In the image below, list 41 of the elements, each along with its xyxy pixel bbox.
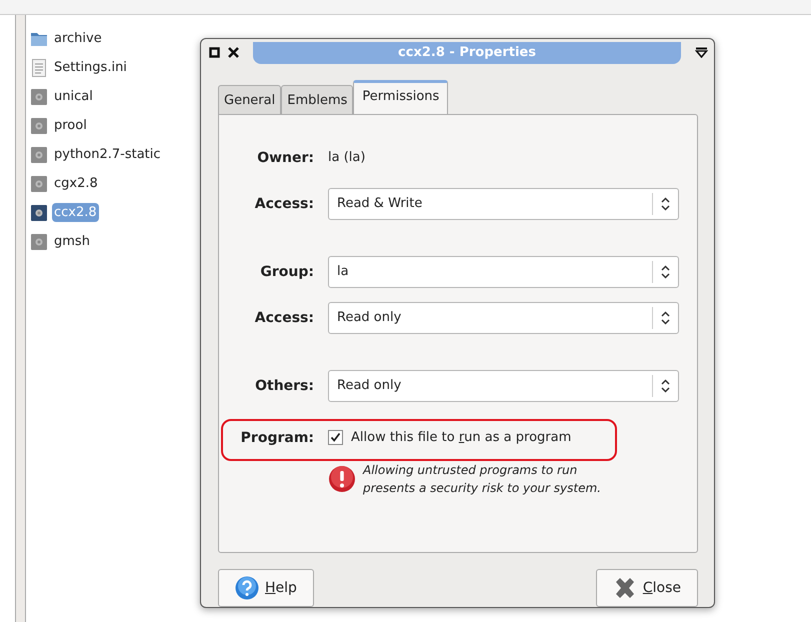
maximize-icon[interactable] bbox=[209, 47, 220, 58]
tab[interactable]: Permissions bbox=[353, 80, 448, 114]
file-name[interactable]: python2.7-static bbox=[52, 145, 163, 164]
folder-icon bbox=[30, 30, 48, 46]
field-label: Group: bbox=[259, 264, 314, 280]
field-label: Owner: bbox=[256, 150, 314, 166]
warning-text: Allowing untrusted programs to run presents a security risk to your system. bbox=[363, 462, 602, 497]
gear-icon bbox=[30, 176, 48, 192]
field-label: Others: bbox=[254, 378, 314, 394]
gear-icon bbox=[30, 88, 48, 104]
help-button[interactable]: Help bbox=[218, 568, 314, 607]
file-name[interactable]: unical bbox=[52, 87, 95, 106]
help-icon bbox=[235, 576, 259, 600]
dropdown[interactable]: la bbox=[328, 256, 679, 288]
dropdown[interactable]: Read only bbox=[328, 370, 679, 402]
window-title: ccx2.8 - Properties bbox=[253, 42, 681, 64]
gear-icon bbox=[30, 118, 48, 134]
file-name[interactable]: cgx2.8 bbox=[52, 174, 100, 193]
close-icon[interactable] bbox=[228, 47, 239, 58]
checkbox[interactable] bbox=[328, 430, 343, 446]
gear-icon bbox=[30, 204, 48, 220]
file-name[interactable]: archive bbox=[52, 29, 104, 48]
checkbox-label[interactable]: Allow this file to run as a program bbox=[351, 430, 572, 446]
menu-icon[interactable] bbox=[695, 47, 708, 58]
owner-value: la (la) bbox=[328, 150, 366, 166]
field-label: Access: bbox=[254, 310, 314, 326]
document-icon bbox=[30, 58, 48, 76]
gear-icon bbox=[30, 146, 48, 162]
tab[interactable]: Emblems bbox=[281, 84, 354, 114]
scrollbar[interactable] bbox=[15, 15, 26, 622]
field-label: Access: bbox=[254, 196, 314, 212]
close-button[interactable]: Close bbox=[596, 568, 698, 607]
file-name[interactable]: gmsh bbox=[52, 232, 92, 251]
dropdown[interactable]: Read & Write bbox=[328, 188, 679, 220]
field-label: Program: bbox=[240, 430, 314, 446]
file-name[interactable]: prool bbox=[52, 116, 89, 135]
gear-icon bbox=[30, 234, 48, 250]
warning-icon bbox=[328, 464, 356, 493]
tab[interactable]: General bbox=[218, 84, 282, 114]
dropdown[interactable]: Read only bbox=[328, 302, 679, 334]
file-name[interactable]: Settings.ini bbox=[52, 58, 129, 77]
